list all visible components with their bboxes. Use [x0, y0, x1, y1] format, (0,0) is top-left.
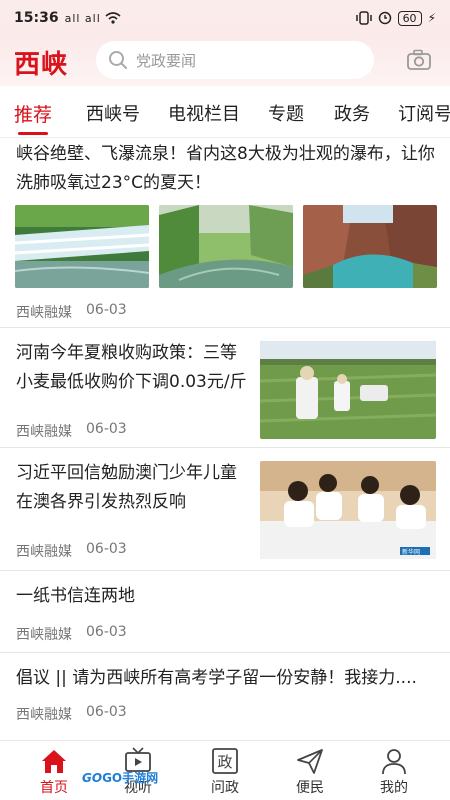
signal-icon: all all [64, 11, 101, 25]
nav-bianmin-label: 便民 [296, 780, 324, 796]
active-tab-indicator [18, 132, 48, 135]
nav-home-label: 首页 [40, 780, 68, 796]
search-placeholder: 党政要闻 [136, 51, 197, 70]
news-source: 西峡融媒 [16, 305, 72, 321]
news-date: 06-03 [86, 541, 127, 557]
news-date: 06-03 [86, 704, 127, 720]
search-icon [109, 51, 127, 69]
app-header: 西峡 党政要闻 [0, 36, 450, 86]
send-icon [297, 749, 323, 774]
wheat-field-image [260, 341, 436, 439]
zheng-icon: 政 [212, 748, 238, 774]
nav-wenzheng-label: 问政 [211, 780, 239, 796]
news-meta: 西峡融媒 06-03 [16, 541, 127, 561]
nav-home[interactable]: 首页 [24, 747, 84, 799]
waterfall-image-1 [15, 205, 149, 288]
watermark-go-1: GO [82, 770, 103, 785]
tab-government[interactable]: 政务 [334, 100, 370, 126]
nav-bianmin[interactable]: 便民 [280, 747, 340, 799]
news-title: 一纸书信连两地 [16, 586, 135, 606]
students-writing-image: 新华网 [260, 461, 436, 559]
app-logo: 西峡 [14, 50, 69, 80]
news-title: 河南今年夏粮收购政策：三等小麦最低收购价下调0.03元/斤 [16, 343, 247, 392]
home-icon [42, 750, 66, 773]
nav-mine-label: 我的 [380, 780, 408, 796]
news-date: 06-03 [86, 421, 127, 437]
watermark-logo: GO GO 手游网 [82, 769, 158, 786]
channel-tabs: 推荐 西峡号 电视栏目 专题 政务 订阅号 [0, 86, 450, 138]
news-source: 西峡融媒 [16, 707, 72, 723]
tab-tv-programs[interactable]: 电视栏目 [168, 100, 240, 126]
zheng-glyph: 政 [217, 753, 232, 771]
news-title: 峡谷绝壁、飞瀑流泉！省内这8大极为壮观的瀑布，让你洗肺吸氧过23°C的夏天！ [16, 144, 435, 193]
tab-recommend[interactable]: 推荐 [14, 100, 52, 127]
news-date: 06-03 [86, 624, 127, 640]
news-item[interactable]: 倡议 || 请为西峡所有高考学子留一份安静！我接力.... 西峡融媒 06-03 [0, 654, 450, 740]
news-item[interactable]: 河南今年夏粮收购政策：三等小麦最低收购价下调0.03元/斤 西峡融媒 06-03 [0, 329, 450, 448]
status-bar: 15:36 all all 60 ⚡ [0, 0, 450, 36]
canyon-pool-image [303, 205, 437, 288]
news-source: 西峡融媒 [16, 424, 72, 440]
news-meta: 西峡融媒 06-03 [16, 302, 127, 322]
user-icon [382, 749, 406, 775]
news-date: 06-03 [86, 302, 127, 318]
wifi-icon [105, 12, 121, 24]
status-time: 15:36 [14, 10, 59, 26]
news-meta: 西峡融媒 06-03 [16, 421, 127, 441]
tab-xixia-hao[interactable]: 西峡号 [86, 100, 140, 126]
tab-special[interactable]: 专题 [268, 100, 304, 126]
news-item[interactable]: 习近平回信勉励澳门少年儿童在澳各界引发热烈反响 新华网 西峡融媒 06-03 [0, 449, 450, 571]
watermark-text: 手游网 [122, 771, 159, 785]
news-source: 西峡融媒 [16, 544, 72, 560]
charging-icon: ⚡ [427, 11, 436, 25]
watermark-go-2: GO [102, 770, 123, 785]
bottom-navigation: 首页 视听 政 问政 便民 我的 GO GO 手游网 [0, 740, 450, 800]
news-item[interactable]: 一纸书信连两地 西峡融媒 06-03 [0, 572, 450, 653]
camera-icon[interactable] [406, 48, 432, 72]
news-meta: 西峡融媒 06-03 [16, 704, 127, 724]
battery-level: 60 [397, 10, 422, 26]
nav-mine[interactable]: 我的 [364, 747, 424, 799]
news-title: 习近平回信勉励澳门少年儿童在澳各界引发热烈反响 [16, 463, 237, 512]
news-source: 西峡融媒 [16, 627, 72, 643]
image-watermark: 新华网 [402, 548, 420, 556]
valley-river-image [159, 205, 293, 288]
alarm-icon [378, 11, 391, 25]
vibrate-icon [355, 11, 372, 25]
news-title: 倡议 || 请为西峡所有高考学子留一份安静！我接力.... [16, 668, 417, 688]
nav-wenzheng[interactable]: 政 问政 [195, 747, 255, 799]
news-item[interactable]: 峡谷绝壁、飞瀑流泉！省内这8大极为壮观的瀑布，让你洗肺吸氧过23°C的夏天！ 西… [0, 138, 450, 328]
tab-subscriptions[interactable]: 订阅号 [398, 100, 450, 126]
search-bar[interactable]: 党政要闻 [96, 41, 374, 79]
news-feed: 峡谷绝壁、飞瀑流泉！省内这8大极为壮观的瀑布，让你洗肺吸氧过23°C的夏天！ 西… [0, 138, 450, 740]
news-meta: 西峡融媒 06-03 [16, 624, 127, 644]
